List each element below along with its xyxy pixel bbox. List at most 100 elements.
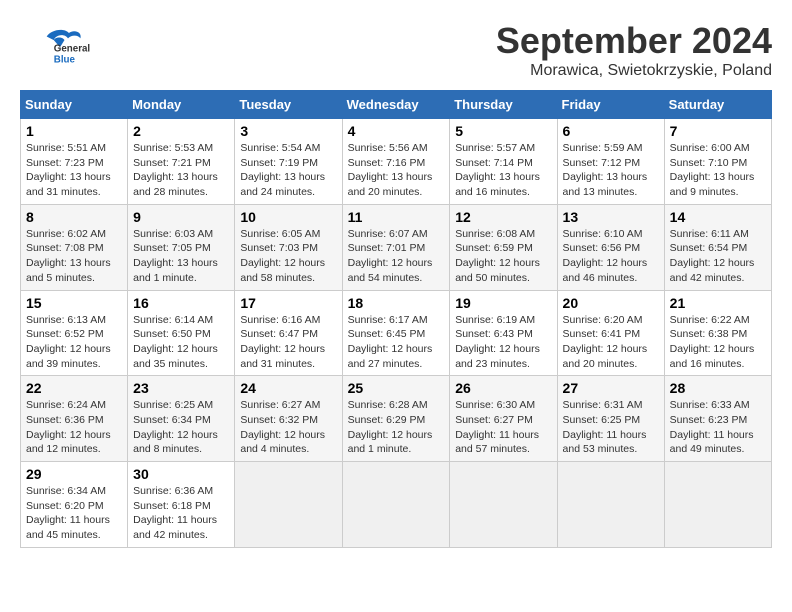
calendar-week-row-3: 15 Sunrise: 6:13 AM Sunset: 6:52 PM Dayli… [21, 290, 772, 376]
calendar-cell: 29 Sunrise: 6:34 AM Sunset: 6:20 PM Dayli… [21, 462, 128, 548]
calendar-cell: 8Sunrise: 6:02 AM Sunset: 7:08 PM Daylig… [21, 204, 128, 290]
calendar-cell: 15 Sunrise: 6:13 AM Sunset: 6:52 PM Dayli… [21, 290, 128, 376]
day-number: 25 [348, 380, 445, 396]
month-year-title: September 2024 [496, 20, 772, 62]
day-number: 2 [133, 123, 229, 139]
calendar-cell: 18Sunrise: 6:17 AM Sunset: 6:45 PM Dayli… [342, 290, 450, 376]
day-info: Sunrise: 6:10 AM Sunset: 6:56 PM Dayligh… [563, 227, 659, 286]
calendar-cell: 9 Sunrise: 6:03 AM Sunset: 7:05 PM Daylig… [128, 204, 235, 290]
day-info: Sunrise: 6:11 AM Sunset: 6:54 PM Dayligh… [670, 227, 766, 286]
day-number: 23 [133, 380, 229, 396]
weekday-header-tuesday: Tuesday [235, 91, 342, 119]
calendar-week-row-4: 22Sunrise: 6:24 AM Sunset: 6:36 PM Dayli… [21, 376, 772, 462]
calendar-table: SundayMondayTuesdayWednesdayThursdayFrid… [20, 90, 772, 548]
calendar-week-row-1: 1 Sunrise: 5:51 AM Sunset: 7:23 PM Daylig… [21, 119, 772, 205]
day-number: 19 [455, 295, 551, 311]
day-info: Sunrise: 6:05 AM Sunset: 7:03 PM Dayligh… [240, 227, 336, 286]
day-info: Sunrise: 6:16 AM Sunset: 6:47 PM Dayligh… [240, 313, 336, 372]
day-info: Sunrise: 6:25 AM Sunset: 6:34 PM Dayligh… [133, 398, 229, 457]
weekday-header-saturday: Saturday [664, 91, 771, 119]
calendar-cell: 2 Sunrise: 5:53 AM Sunset: 7:21 PM Daylig… [128, 119, 235, 205]
day-info: Sunrise: 5:51 AM Sunset: 7:23 PM Dayligh… [26, 141, 122, 200]
weekday-header-friday: Friday [557, 91, 664, 119]
logo-svg: General Blue [20, 20, 100, 70]
day-number: 14 [670, 209, 766, 225]
day-info: Sunrise: 6:13 AM Sunset: 6:52 PM Dayligh… [26, 313, 122, 372]
day-info: Sunrise: 6:34 AM Sunset: 6:20 PM Dayligh… [26, 484, 122, 543]
calendar-cell: 21 Sunrise: 6:22 AM Sunset: 6:38 PM Dayli… [664, 290, 771, 376]
calendar-cell: 6Sunrise: 5:59 AM Sunset: 7:12 PM Daylig… [557, 119, 664, 205]
calendar-cell: 23 Sunrise: 6:25 AM Sunset: 6:34 PM Dayli… [128, 376, 235, 462]
day-info: Sunrise: 6:00 AM Sunset: 7:10 PM Dayligh… [670, 141, 766, 200]
day-info: Sunrise: 6:36 AM Sunset: 6:18 PM Dayligh… [133, 484, 229, 543]
calendar-cell: 12Sunrise: 6:08 AM Sunset: 6:59 PM Dayli… [450, 204, 557, 290]
day-number: 8 [26, 209, 122, 225]
calendar-cell: 11Sunrise: 6:07 AM Sunset: 7:01 PM Dayli… [342, 204, 450, 290]
calendar-cell: 14 Sunrise: 6:11 AM Sunset: 6:54 PM Dayli… [664, 204, 771, 290]
day-number: 21 [670, 295, 766, 311]
day-number: 12 [455, 209, 551, 225]
calendar-cell: 1 Sunrise: 5:51 AM Sunset: 7:23 PM Daylig… [21, 119, 128, 205]
calendar-cell: 22Sunrise: 6:24 AM Sunset: 6:36 PM Dayli… [21, 376, 128, 462]
calendar-cell: 27Sunrise: 6:31 AM Sunset: 6:25 PM Dayli… [557, 376, 664, 462]
title-block: September 2024 Morawica, Swietokrzyskie,… [496, 20, 772, 80]
calendar-cell: 25 Sunrise: 6:28 AM Sunset: 6:29 PM Dayli… [342, 376, 450, 462]
calendar-cell: 28 Sunrise: 6:33 AM Sunset: 6:23 PM Dayli… [664, 376, 771, 462]
day-number: 17 [240, 295, 336, 311]
day-number: 15 [26, 295, 122, 311]
logo: General Blue [20, 20, 100, 70]
calendar-cell: 4 Sunrise: 5:56 AM Sunset: 7:16 PM Daylig… [342, 119, 450, 205]
calendar-cell: 13 Sunrise: 6:10 AM Sunset: 6:56 PM Dayli… [557, 204, 664, 290]
day-info: Sunrise: 6:33 AM Sunset: 6:23 PM Dayligh… [670, 398, 766, 457]
day-number: 24 [240, 380, 336, 396]
calendar-cell: 24 Sunrise: 6:27 AM Sunset: 6:32 PM Dayli… [235, 376, 342, 462]
svg-text:General: General [54, 44, 91, 55]
day-info: Sunrise: 6:14 AM Sunset: 6:50 PM Dayligh… [133, 313, 229, 372]
day-number: 29 [26, 466, 122, 482]
weekday-header-sunday: Sunday [21, 91, 128, 119]
day-number: 5 [455, 123, 551, 139]
calendar-cell: 26 Sunrise: 6:30 AM Sunset: 6:27 PM Dayli… [450, 376, 557, 462]
calendar-cell [557, 462, 664, 548]
weekday-header-monday: Monday [128, 91, 235, 119]
day-info: Sunrise: 6:27 AM Sunset: 6:32 PM Dayligh… [240, 398, 336, 457]
day-number: 9 [133, 209, 229, 225]
weekday-header-wednesday: Wednesday [342, 91, 450, 119]
calendar-cell: 10 Sunrise: 6:05 AM Sunset: 7:03 PM Dayli… [235, 204, 342, 290]
day-info: Sunrise: 5:54 AM Sunset: 7:19 PM Dayligh… [240, 141, 336, 200]
calendar-week-row-5: 29 Sunrise: 6:34 AM Sunset: 6:20 PM Dayli… [21, 462, 772, 548]
day-info: Sunrise: 6:17 AM Sunset: 6:45 PM Dayligh… [348, 313, 445, 372]
day-number: 4 [348, 123, 445, 139]
calendar-cell: 30 Sunrise: 6:36 AM Sunset: 6:18 PM Dayli… [128, 462, 235, 548]
calendar-cell [664, 462, 771, 548]
day-info: Sunrise: 6:30 AM Sunset: 6:27 PM Dayligh… [455, 398, 551, 457]
day-info: Sunrise: 6:07 AM Sunset: 7:01 PM Dayligh… [348, 227, 445, 286]
day-number: 3 [240, 123, 336, 139]
day-info: Sunrise: 6:24 AM Sunset: 6:36 PM Dayligh… [26, 398, 122, 457]
calendar-cell: 7 Sunrise: 6:00 AM Sunset: 7:10 PM Daylig… [664, 119, 771, 205]
day-number: 13 [563, 209, 659, 225]
day-number: 26 [455, 380, 551, 396]
day-number: 28 [670, 380, 766, 396]
calendar-cell [450, 462, 557, 548]
day-info: Sunrise: 5:56 AM Sunset: 7:16 PM Dayligh… [348, 141, 445, 200]
location-subtitle: Morawica, Swietokrzyskie, Poland [496, 62, 772, 80]
day-number: 27 [563, 380, 659, 396]
page-header: General Blue September 2024 Morawica, Sw… [20, 20, 772, 80]
day-info: Sunrise: 6:19 AM Sunset: 6:43 PM Dayligh… [455, 313, 551, 372]
calendar-cell: 3 Sunrise: 5:54 AM Sunset: 7:19 PM Daylig… [235, 119, 342, 205]
day-number: 10 [240, 209, 336, 225]
day-number: 1 [26, 123, 122, 139]
day-info: Sunrise: 5:53 AM Sunset: 7:21 PM Dayligh… [133, 141, 229, 200]
day-info: Sunrise: 5:57 AM Sunset: 7:14 PM Dayligh… [455, 141, 551, 200]
calendar-week-row-2: 8Sunrise: 6:02 AM Sunset: 7:08 PM Daylig… [21, 204, 772, 290]
day-number: 30 [133, 466, 229, 482]
day-info: Sunrise: 6:22 AM Sunset: 6:38 PM Dayligh… [670, 313, 766, 372]
day-number: 7 [670, 123, 766, 139]
weekday-header-thursday: Thursday [450, 91, 557, 119]
day-info: Sunrise: 6:28 AM Sunset: 6:29 PM Dayligh… [348, 398, 445, 457]
day-info: Sunrise: 6:20 AM Sunset: 6:41 PM Dayligh… [563, 313, 659, 372]
calendar-cell [235, 462, 342, 548]
day-info: Sunrise: 6:03 AM Sunset: 7:05 PM Dayligh… [133, 227, 229, 286]
calendar-cell [342, 462, 450, 548]
